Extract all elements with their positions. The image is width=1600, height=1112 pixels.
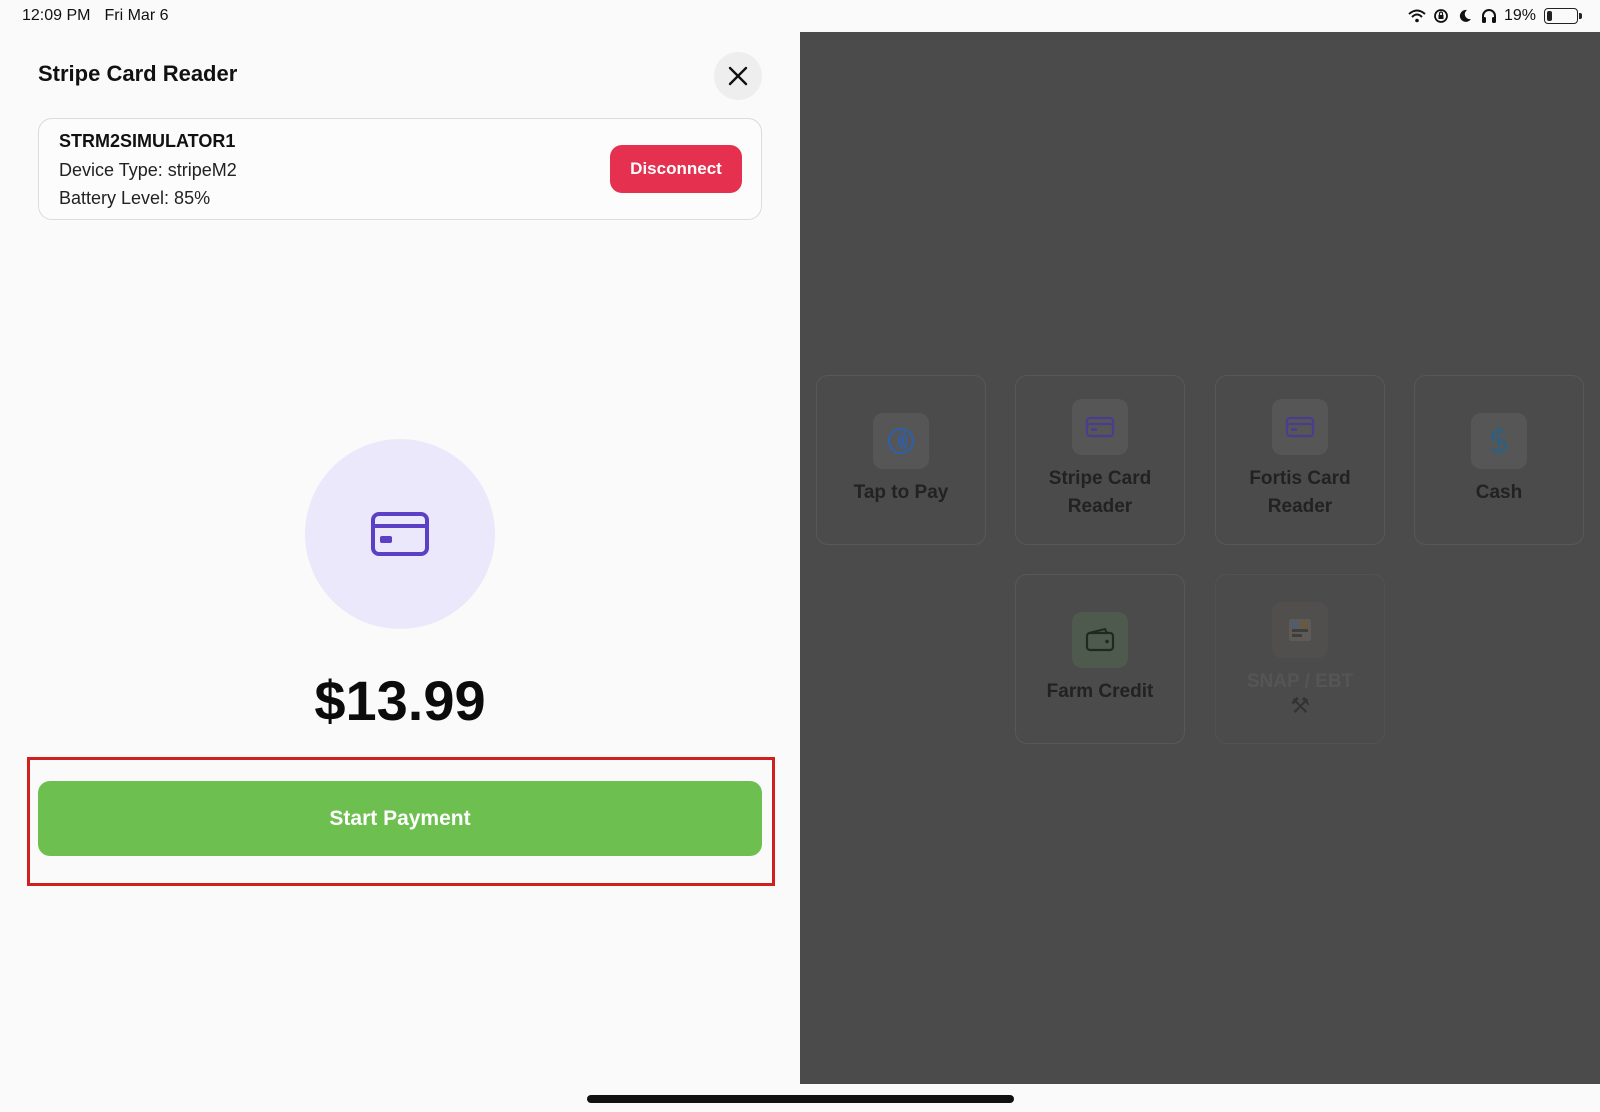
tile-label: Fortis Card Reader [1249,468,1351,517]
snap-ebt-logo-icon [1272,602,1328,658]
status-time: 12:09 PM [22,7,91,24]
device-battery-level: Battery Level: 85% [59,188,211,208]
stripe-card-reader-sheet: Stripe Card Reader STRM2SIMULATOR1 Devic… [0,0,800,1112]
tile-label: SNAP / EBT [1246,671,1354,692]
payment-method-cash[interactable]: $ Cash [1414,375,1584,545]
battery-fill [1547,11,1552,21]
dollar-icon: $ [1471,413,1527,469]
payment-amount: $13.99 [314,669,486,732]
close-button[interactable] [714,52,762,100]
status-date: Fri Mar 6 [104,7,169,24]
headphones-icon [1480,7,1498,25]
tile-label: Tap to Pay [853,482,949,503]
dimmed-backdrop[interactable]: Tap to Pay Stripe Card Reader Fortis Car… [800,32,1600,1084]
status-left: 12:09 PM Fri Mar 6 [22,7,168,25]
payment-method-tap-to-pay[interactable]: Tap to Pay [816,375,986,545]
close-icon [728,66,748,86]
start-payment-button[interactable]: Start Payment [38,781,762,856]
tools-icon: ⚒ [1290,693,1310,718]
disconnect-button[interactable]: Disconnect [610,145,742,193]
payment-method-snap-ebt[interactable]: SNAP / EBT ⚒ [1215,574,1385,744]
battery-icon [1544,8,1582,24]
status-bar: 12:09 PM Fri Mar 6 19% [0,0,1600,32]
device-card: STRM2SIMULATOR1 Device Type: stripeM2 Ba… [38,118,762,220]
moon-icon [1456,7,1474,25]
payment-method-farm-credit[interactable]: Farm Credit [1015,574,1185,744]
credit-card-icon [1072,399,1128,455]
lock-rotation-icon [1432,7,1450,25]
device-name: STRM2SIMULATOR1 [59,131,236,151]
status-right: 19% [1408,7,1582,25]
payment-method-stripe-card-reader[interactable]: Stripe Card Reader [1015,375,1185,545]
wifi-icon [1408,7,1426,25]
tile-label: Cash [1475,482,1523,503]
sheet-title: Stripe Card Reader [38,61,238,86]
card-icon-circle [305,439,495,629]
battery-percent: 19% [1503,7,1536,24]
tile-label: Stripe Card Reader [1048,468,1152,517]
home-indicator[interactable] [587,1095,1014,1103]
credit-card-icon [371,512,429,556]
payment-method-fortis-card-reader[interactable]: Fortis Card Reader [1215,375,1385,545]
credit-card-icon [1272,399,1328,455]
device-type: Device Type: stripeM2 [59,160,237,180]
tile-label: Farm Credit [1046,681,1154,702]
wallet-icon [1072,612,1128,668]
contactless-icon [873,413,929,469]
